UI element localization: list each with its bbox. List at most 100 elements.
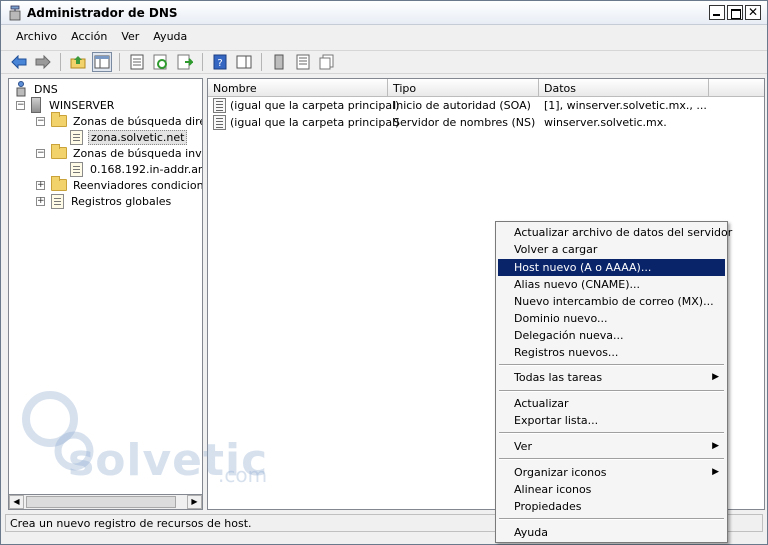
menu-separator (499, 518, 724, 520)
cell-datos: [1], winserver.solvetic.mx., ... (544, 99, 707, 112)
toolbar-separator (60, 53, 61, 71)
menu-item-all-tasks[interactable]: Todas las tareas ▶ (498, 369, 725, 386)
column-header-datos[interactable]: Datos (539, 79, 709, 97)
menu-item-refresh[interactable]: Actualizar (498, 395, 725, 412)
properties-icon (130, 54, 144, 70)
menu-item-new-domain[interactable]: Dominio nuevo... (498, 310, 725, 327)
menu-ver[interactable]: Ver (114, 27, 146, 47)
dns-app-icon (9, 5, 21, 21)
scrollbar-thumb[interactable] (26, 496, 176, 508)
scroll-right-arrow-icon[interactable]: ▶ (187, 495, 202, 509)
context-menu: Actualizar archivo de datos del servidor… (495, 221, 732, 543)
cell-datos: winserver.solvetic.mx. (544, 116, 667, 129)
help-button[interactable]: ? (210, 52, 230, 72)
tree-label: Zonas de búsqueda directa (73, 114, 202, 128)
menu-item-new-host[interactable]: Host nuevo (A o AAAA)... (498, 259, 725, 276)
menu-item-view[interactable]: Ver ▶ (498, 438, 725, 455)
close-button[interactable]: ✕ (745, 5, 761, 20)
back-button[interactable] (9, 52, 29, 72)
console-tree-icon (94, 55, 110, 69)
tree-horizontal-scrollbar[interactable]: ◀ ▶ (8, 494, 203, 510)
tree-node-conditional-forwarders[interactable]: + Reenviadores condicionales (36, 176, 203, 193)
menu-item-new-records[interactable]: Registros nuevos... (498, 344, 725, 361)
menu-item-new-mail-exchanger[interactable]: Nuevo intercambio de correo (MX)... (498, 293, 725, 310)
cell-tipo: Inicio de autoridad (SOA) (393, 99, 531, 112)
collapse-toggle[interactable]: − (36, 116, 45, 126)
show-action-pane-button[interactable] (234, 52, 254, 72)
folder-icon (51, 176, 67, 191)
up-folder-icon (70, 56, 86, 69)
tree-label: Registros globales (71, 194, 172, 208)
export-list-icon (177, 54, 193, 70)
menu-item-label: Todas las tareas (514, 371, 603, 384)
menu-separator (499, 364, 724, 366)
record-list-button[interactable] (293, 52, 313, 72)
record-list-icon (296, 54, 310, 70)
menu-item-arrange-icons[interactable]: Organizar iconos ▶ (498, 464, 725, 481)
tree-node-reverse-zones[interactable]: − Zonas de búsqueda inversa (36, 144, 202, 161)
list-header: Nombre Tipo Datos (208, 79, 764, 97)
tree-label: 0.168.192.in-addr.arpa (90, 162, 203, 176)
submenu-arrow-icon: ▶ (712, 372, 719, 382)
tree-node-global-logs[interactable]: + Registros globales (36, 193, 173, 209)
server-button[interactable] (269, 52, 289, 72)
menu-ayuda[interactable]: Ayuda (146, 27, 194, 47)
cell-nombre: (igual que la carpeta principal) (230, 99, 400, 112)
menu-item-reload[interactable]: Volver a cargar (498, 241, 725, 258)
refresh-icon (153, 54, 167, 70)
menu-item-export-list[interactable]: Exportar lista... (498, 412, 725, 429)
record-copy-icon (319, 54, 334, 70)
forward-button[interactable] (33, 52, 53, 72)
logs-icon (51, 193, 64, 209)
toolbar-separator (119, 53, 120, 71)
tree-node-zona-solvetic[interactable]: zona.solvetic.net (70, 129, 188, 145)
expand-toggle[interactable]: + (36, 180, 45, 190)
tree-node-winserver[interactable]: − WINSERVER (16, 97, 116, 113)
toolbar-separator (261, 53, 262, 71)
menu-item-new-alias[interactable]: Alias nuevo (CNAME)... (498, 276, 725, 293)
toolbar-separator (202, 53, 203, 71)
expand-toggle[interactable]: + (36, 196, 45, 206)
show-hide-tree-button[interactable] (92, 52, 112, 72)
collapse-toggle[interactable]: − (16, 100, 25, 110)
properties-button[interactable] (127, 52, 147, 72)
cell-nombre: (igual que la carpeta principal) (230, 116, 400, 129)
folder-icon (51, 112, 67, 127)
menu-item-properties[interactable]: Propiedades (498, 498, 725, 515)
tree-label: zona.solvetic.net (88, 129, 188, 145)
tree-node-dns[interactable]: DNS (14, 81, 60, 97)
server-icon (31, 97, 41, 113)
menu-item-label: Ver (514, 440, 532, 453)
dns-icon (16, 81, 26, 97)
menu-archivo[interactable]: Archivo (9, 27, 64, 47)
record-copy-button[interactable] (317, 52, 337, 72)
table-row[interactable]: (igual que la carpeta principal) Inicio … (208, 98, 764, 114)
submenu-arrow-icon: ▶ (712, 467, 719, 477)
menu-accion[interactable]: Acción (64, 27, 114, 47)
tree-node-forward-zones[interactable]: − Zonas de búsqueda directa (36, 112, 202, 129)
table-row[interactable]: (igual que la carpeta principal) Servido… (208, 115, 764, 131)
tree-label: Reenviadores condicionales (73, 178, 203, 192)
collapse-toggle[interactable]: − (36, 148, 45, 158)
up-folder-button[interactable] (68, 52, 88, 72)
submenu-arrow-icon: ▶ (712, 441, 719, 451)
export-list-button[interactable] (175, 52, 195, 72)
maximize-button[interactable] (727, 5, 743, 20)
menu-item-new-delegation[interactable]: Delegación nueva... (498, 327, 725, 344)
help-icon: ? (213, 54, 227, 70)
back-arrow-icon (11, 55, 27, 69)
tree-node-reverse-zone[interactable]: 0.168.192.in-addr.arpa (70, 161, 203, 177)
scroll-left-arrow-icon[interactable]: ◀ (9, 495, 24, 509)
menu-separator (499, 390, 724, 392)
record-icon (213, 98, 226, 113)
record-icon (213, 115, 226, 130)
column-header-tipo[interactable]: Tipo (388, 79, 539, 97)
menu-bar: Archivo Acción Ver Ayuda (1, 27, 767, 47)
toolbar: ? (1, 50, 767, 74)
menu-item-line-up-icons[interactable]: Alinear iconos (498, 481, 725, 498)
refresh-button[interactable] (151, 52, 171, 72)
minimize-button[interactable] (709, 5, 725, 20)
menu-item-update-server-data-file[interactable]: Actualizar archivo de datos del servidor (498, 224, 732, 241)
column-header-nombre[interactable]: Nombre (208, 79, 388, 97)
menu-item-help[interactable]: Ayuda (498, 524, 725, 541)
